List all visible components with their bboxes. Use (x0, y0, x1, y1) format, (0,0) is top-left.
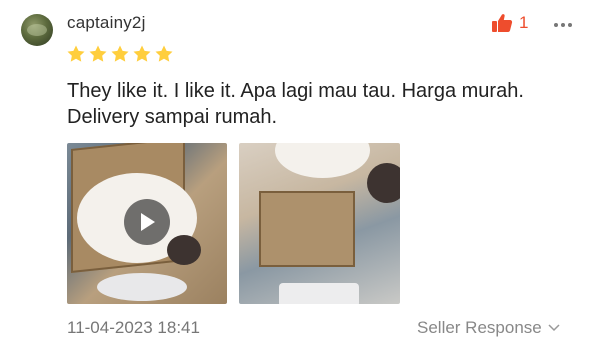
cardboard-box (259, 191, 355, 267)
chevron-down-icon (548, 324, 560, 332)
cat-shape (97, 273, 187, 301)
star-icon (67, 45, 85, 62)
review-date: 11-04-2023 18:41 (67, 318, 200, 337)
seller-response-toggle[interactable]: Seller Response (417, 318, 560, 338)
rating-stars (66, 44, 174, 64)
cat-shape (367, 163, 400, 203)
star-icon (111, 45, 129, 62)
star-icon (89, 45, 107, 62)
cat-shape (167, 235, 201, 265)
star-icon (155, 45, 173, 62)
avatar[interactable] (21, 14, 53, 46)
review-video-thumbnail[interactable] (67, 143, 227, 304)
cat-shape (279, 283, 359, 304)
review-text: They like it. I like it. Apa lagi mau ta… (67, 80, 524, 128)
reviewer-username[interactable]: captainy2j (67, 13, 146, 33)
thumbs-up-icon (492, 14, 513, 32)
cat-shape (275, 143, 370, 178)
more-dots-icon[interactable] (553, 12, 573, 33)
review-photo-thumbnail[interactable] (239, 143, 400, 304)
play-icon (141, 213, 155, 231)
play-button[interactable] (124, 199, 170, 245)
like-button[interactable]: 1 (491, 13, 528, 33)
seller-response-label: Seller Response (417, 318, 542, 337)
star-icon (133, 45, 151, 62)
like-count: 1 (519, 13, 529, 32)
